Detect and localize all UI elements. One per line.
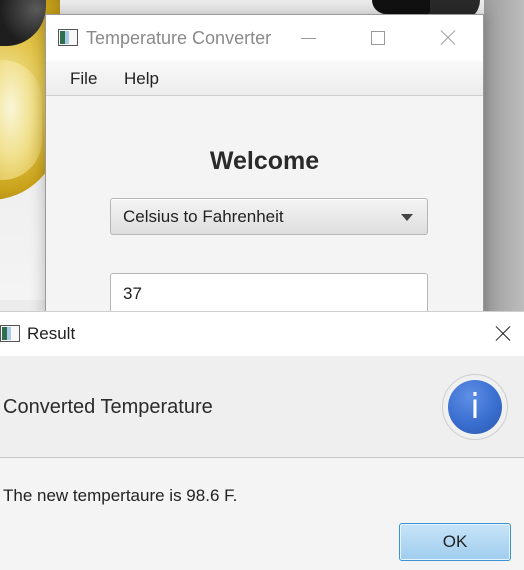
maximize-button[interactable]	[356, 15, 400, 61]
menu-bar: File Help	[46, 61, 483, 96]
app-icon	[58, 29, 78, 46]
dialog-header-text: Converted Temperature	[3, 396, 213, 418]
maximize-icon	[371, 31, 385, 45]
conversion-select[interactable]: Celsius to Fahrenheit	[110, 198, 428, 235]
dropdown-arrow-icon	[401, 214, 413, 221]
minimize-icon	[300, 37, 316, 39]
wallpaper-right	[484, 0, 524, 330]
dialog-titlebar[interactable]: Result	[0, 312, 524, 356]
close-icon	[495, 326, 511, 342]
welcome-heading: Welcome	[209, 147, 320, 175]
dialog-header: Converted Temperature i	[0, 356, 524, 458]
temperature-input[interactable]: 37	[110, 273, 428, 315]
main-window: Temperature Converter File Help Welcome …	[45, 14, 484, 337]
close-button[interactable]	[426, 15, 470, 61]
window-title: Temperature Converter	[86, 28, 272, 48]
close-icon	[440, 30, 456, 46]
screen: Temperature Converter File Help Welcome …	[0, 0, 524, 570]
main-content: Welcome Celsius to Fahrenheit 37	[46, 97, 483, 337]
dialog-app-icon	[0, 325, 20, 342]
menu-file[interactable]: File	[66, 69, 101, 89]
dialog-message: The new tempertaure is 98.6 F.	[3, 486, 238, 505]
info-icon-glyph: i	[448, 380, 502, 434]
result-dialog: Result Converted Temperature i The new t…	[0, 311, 524, 570]
main-titlebar[interactable]: Temperature Converter	[46, 15, 483, 61]
minimize-button[interactable]	[286, 15, 330, 61]
dialog-close-button[interactable]	[482, 312, 524, 356]
conversion-select-value: Celsius to Fahrenheit	[123, 207, 284, 226]
menu-help[interactable]: Help	[120, 69, 163, 89]
ok-button[interactable]: OK	[399, 523, 511, 561]
info-icon: i	[442, 374, 508, 440]
dialog-title: Result	[27, 324, 76, 343]
